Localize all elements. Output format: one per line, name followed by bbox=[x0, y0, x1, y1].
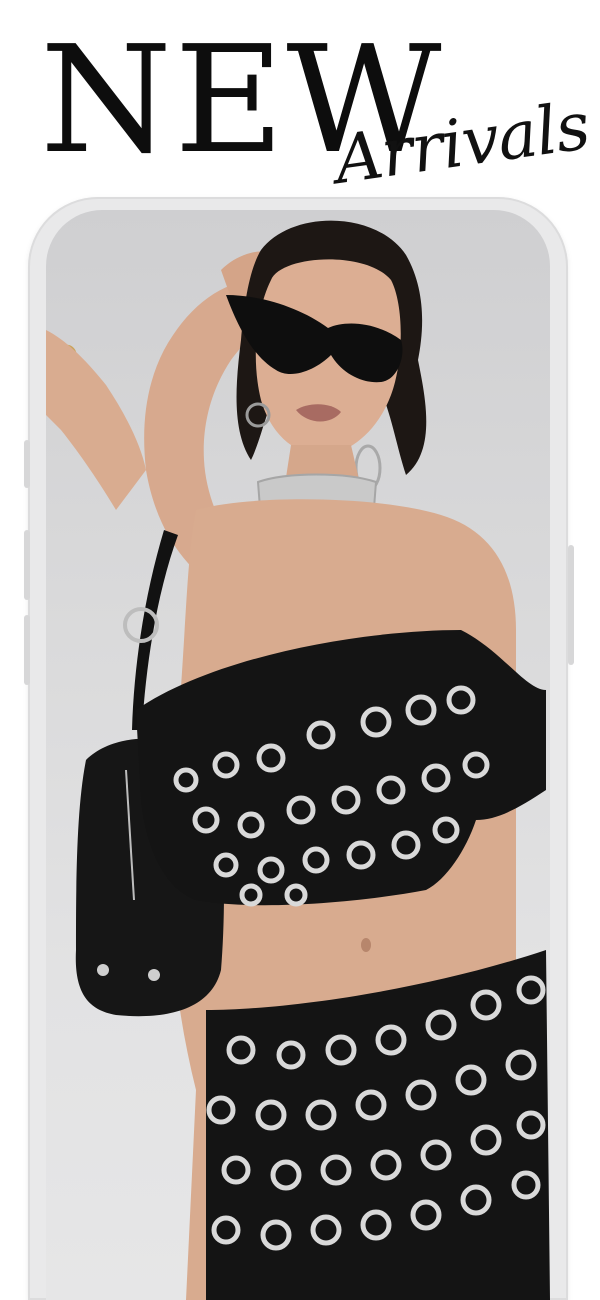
promo-banner: NEW Arrivals bbox=[0, 0, 600, 1300]
bag-rivet-2 bbox=[148, 969, 160, 981]
left-arm bbox=[46, 330, 146, 510]
phone-power-button bbox=[568, 545, 574, 665]
phone-volume-up-button bbox=[24, 530, 30, 600]
phone-mute-switch bbox=[24, 440, 30, 488]
phone-screen bbox=[46, 210, 550, 1300]
navel bbox=[361, 938, 371, 952]
phone-volume-down-button bbox=[24, 615, 30, 685]
fashion-photo bbox=[46, 220, 550, 1300]
bag-rivet-1 bbox=[97, 964, 109, 976]
